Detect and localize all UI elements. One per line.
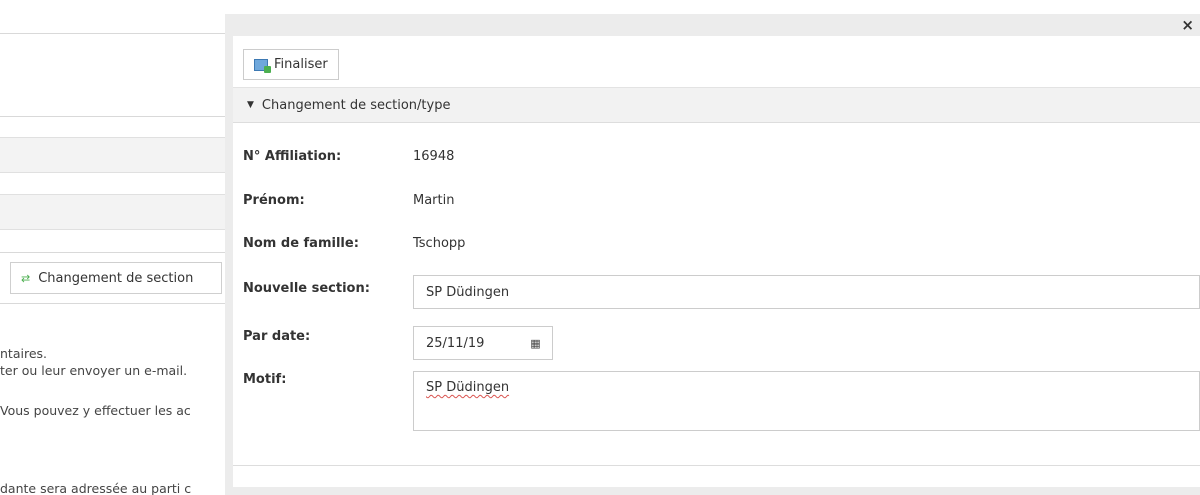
firstname-label: Prénom: bbox=[243, 193, 305, 208]
modal-footer bbox=[233, 465, 1200, 487]
caret-down-icon: ▼ bbox=[247, 100, 254, 110]
divider bbox=[0, 116, 225, 117]
new-section-label: Nouvelle section: bbox=[243, 281, 370, 296]
finalize-label: Finaliser bbox=[274, 57, 328, 72]
reason-value: SP Düdingen bbox=[426, 380, 510, 395]
modal-toolbar: Finaliser bbox=[233, 36, 1200, 88]
reason-label: Motif: bbox=[243, 372, 287, 387]
background-page: ⇄ Changement de section ntaires. ter ou … bbox=[0, 0, 230, 495]
background-text-line: Vous pouvez y effectuer les ac bbox=[0, 403, 191, 418]
divider bbox=[0, 252, 225, 253]
lastname-value: Tschopp bbox=[413, 236, 466, 251]
background-text-line: ntaires. bbox=[0, 346, 47, 361]
lastname-label: Nom de famille: bbox=[243, 236, 359, 251]
calendar-icon[interactable]: ▦ bbox=[519, 326, 553, 360]
new-section-value: SP Düdingen bbox=[426, 284, 510, 300]
background-row bbox=[0, 137, 225, 173]
background-text-line: dante sera adressée au parti c bbox=[0, 481, 192, 495]
section-title: Changement de section/type bbox=[261, 97, 451, 113]
reason-textarea[interactable]: SP Düdingen bbox=[413, 371, 1200, 431]
modal-content: Finaliser ▼ Changement de section/type N… bbox=[233, 36, 1200, 487]
background-text-line: ter ou leur envoyer un e-mail. bbox=[0, 363, 188, 378]
section-collapse-header[interactable]: ▼ Changement de section/type bbox=[233, 88, 1200, 123]
exchange-icon: ⇄ bbox=[21, 271, 31, 285]
date-input[interactable]: 25/11/19 bbox=[413, 326, 520, 360]
divider bbox=[0, 303, 225, 304]
date-value: 25/11/19 bbox=[426, 335, 485, 351]
affiliation-value: 16948 bbox=[413, 149, 455, 164]
firstname-value: Martin bbox=[413, 193, 455, 208]
background-row bbox=[0, 194, 225, 230]
change-section-button[interactable]: ⇄ Changement de section bbox=[10, 262, 222, 294]
finalize-button[interactable]: Finaliser bbox=[243, 49, 339, 80]
date-label: Par date: bbox=[243, 329, 311, 344]
affiliation-label: N° Affiliation: bbox=[243, 149, 342, 164]
close-icon[interactable]: × bbox=[1181, 16, 1194, 34]
modal-dialog: × Finaliser ▼ Changement de section/type… bbox=[225, 14, 1200, 495]
finalize-icon bbox=[254, 58, 271, 73]
divider bbox=[0, 33, 225, 34]
new-section-input[interactable]: SP Düdingen bbox=[413, 275, 1200, 309]
change-section-label: Changement de section bbox=[38, 270, 194, 286]
